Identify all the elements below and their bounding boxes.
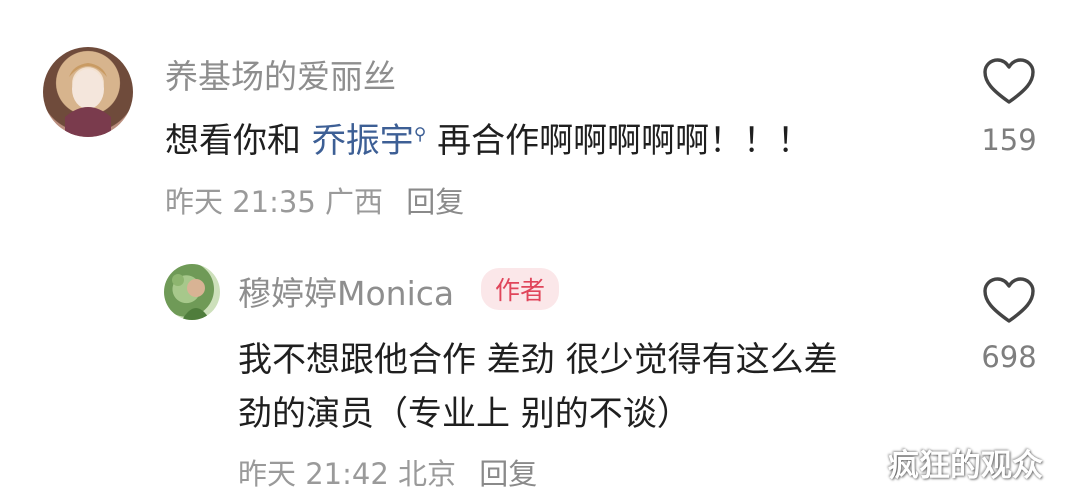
search-icon[interactable]: ⚲ <box>414 125 426 145</box>
watermark: 疯狂的观众 <box>888 448 1043 484</box>
comment-time: 昨天 21:35 <box>165 185 316 219</box>
comment-text-line: 我不想跟他合作 差劲 很少觉得有这么差 <box>238 340 838 380</box>
heart-icon[interactable] <box>982 277 1036 325</box>
like-count: 159 <box>981 123 1037 157</box>
comment-meta: 昨天 21:35 广西 回复 <box>165 179 464 221</box>
comment-text-before: 想看你和 <box>165 121 312 161</box>
comment-username[interactable]: 穆婷婷Monica <box>238 267 454 315</box>
comment-location: 北京 <box>398 457 457 491</box>
avatar[interactable] <box>164 264 220 320</box>
heart-icon[interactable] <box>982 58 1036 106</box>
reply-button[interactable]: 回复 <box>406 185 464 219</box>
comment-text-after: 再合作啊啊啊啊啊！！！ <box>426 121 812 161</box>
comment-username[interactable]: 养基场的爱丽丝 <box>165 50 396 98</box>
like-count: 698 <box>981 340 1037 374</box>
author-badge: 作者 <box>481 268 560 310</box>
mention-link[interactable]: 乔振宇 <box>312 121 414 161</box>
comment-text-line: 劲的演员（专业上 别的不谈） <box>238 394 691 434</box>
avatar[interactable] <box>43 47 133 137</box>
like-button[interactable] <box>982 277 1036 329</box>
like-button[interactable] <box>982 58 1036 110</box>
reply-button[interactable]: 回复 <box>479 457 537 491</box>
comment-location: 广西 <box>325 185 384 219</box>
comment-time: 昨天 21:42 <box>238 457 389 491</box>
comment-text: 想看你和 乔振宇⚲ 再合作啊啊啊啊啊！！！ <box>165 113 811 162</box>
comment-meta: 昨天 21:42 北京 回复 <box>238 451 537 493</box>
